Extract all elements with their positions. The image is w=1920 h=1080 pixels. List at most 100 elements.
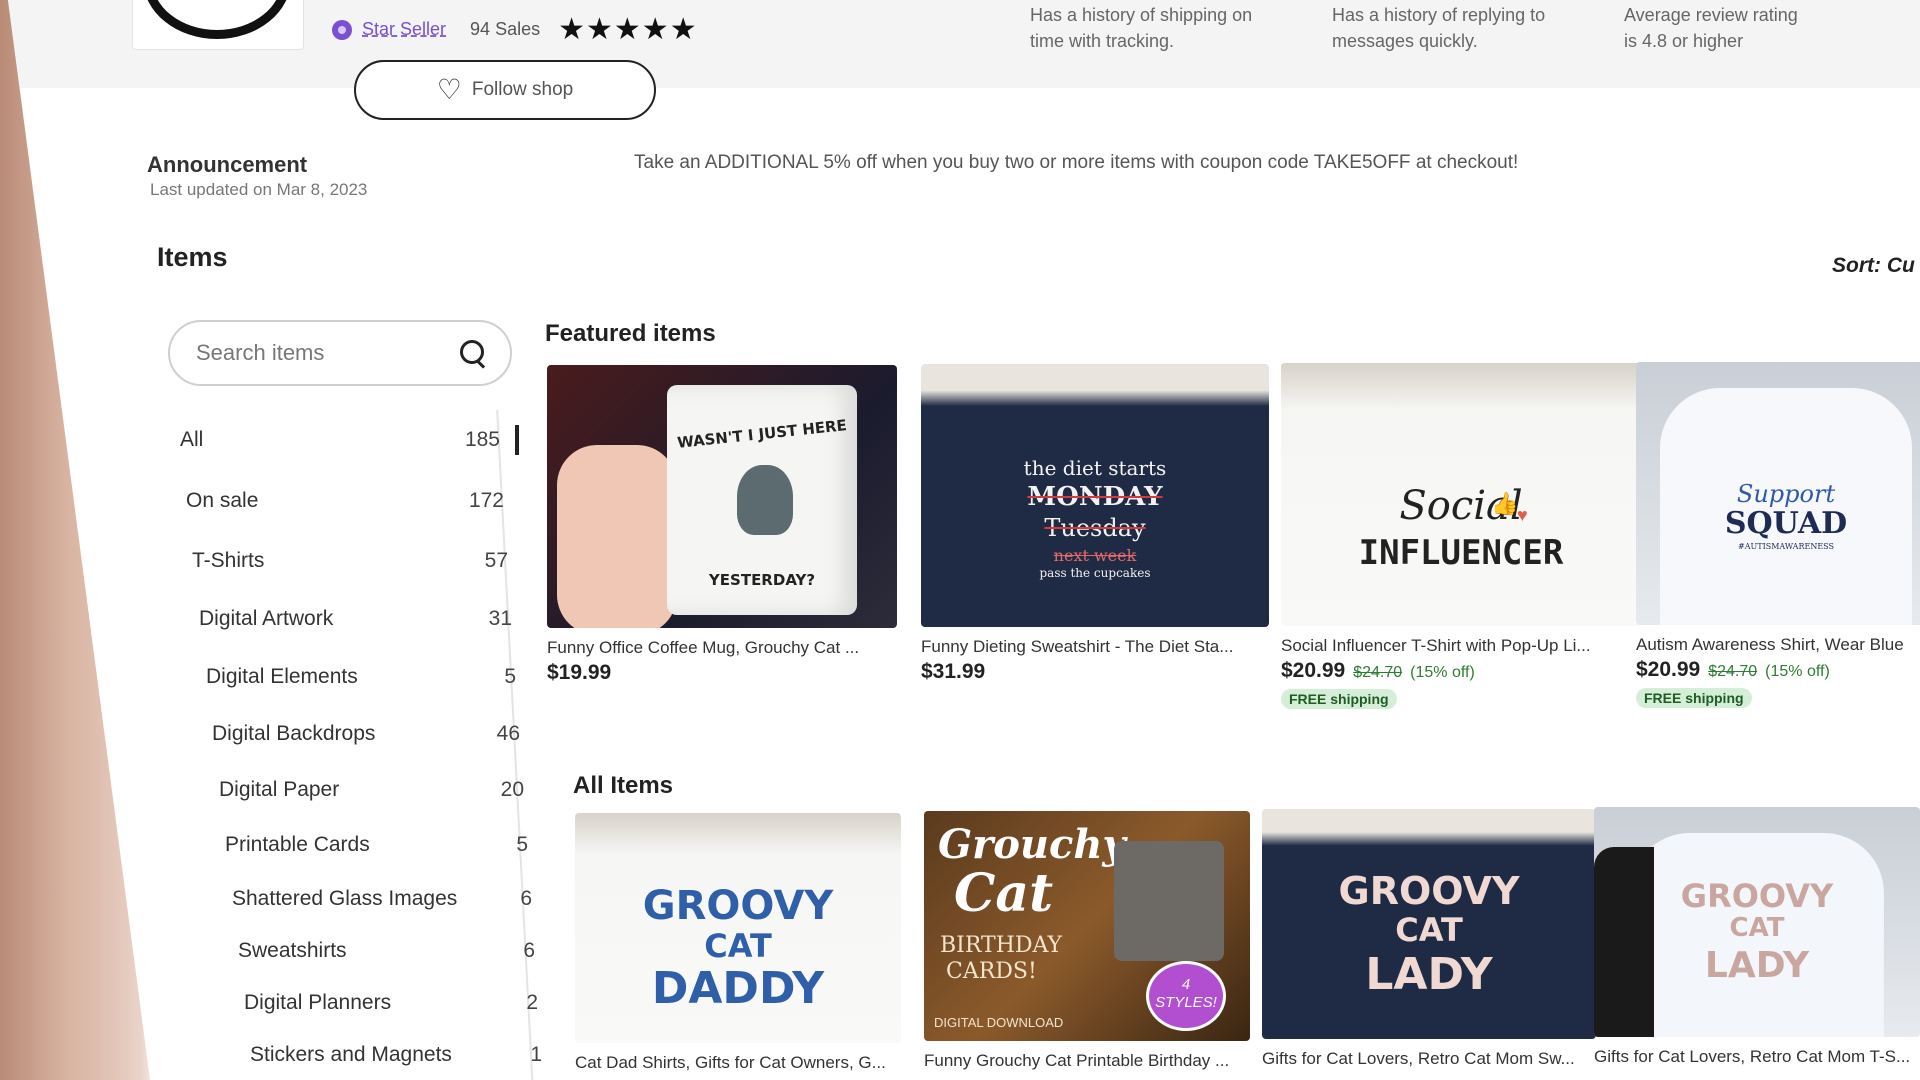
product-image[interactable]: Social INFLUENCER 👍 ♥ bbox=[1281, 363, 1641, 626]
category-count: 57 bbox=[484, 549, 508, 572]
shirt-art-text: GROOVY bbox=[642, 883, 834, 929]
category-printable-cards[interactable]: Printable Cards 5 bbox=[225, 830, 528, 860]
search-input[interactable] bbox=[196, 340, 436, 366]
category-on-sale[interactable]: On sale 172 bbox=[186, 486, 504, 516]
category-count: 5 bbox=[516, 833, 528, 856]
product-image[interactable]: Support SQUAD #AUTISMAWARENESS bbox=[1636, 362, 1920, 625]
category-label: Digital Elements bbox=[206, 665, 358, 688]
rating-stars-icon: ★★★★★ bbox=[558, 13, 698, 46]
perk-rating: Average review rating is 4.8 or higher bbox=[1624, 2, 1798, 54]
discount-text: (15% off) bbox=[1765, 663, 1830, 680]
search-items-box bbox=[168, 320, 512, 386]
category-label: Stickers and Magnets bbox=[250, 1043, 452, 1066]
follow-shop-label: Follow shop bbox=[471, 79, 574, 100]
product-title[interactable]: Funny Office Coffee Mug, Grouchy Cat ... bbox=[547, 638, 897, 658]
active-category-indicator bbox=[515, 425, 519, 455]
shirt-art-text: Support bbox=[1736, 480, 1836, 508]
perk-shipping: Has a history of shipping on time with t… bbox=[1030, 2, 1252, 54]
shop-logo[interactable] bbox=[132, 0, 304, 50]
featured-card-mug[interactable]: WASN'T I JUST HERE YESTERDAY? Funny Offi… bbox=[547, 365, 897, 685]
item-card-groovy-cat-lady-sweatshirt[interactable]: GROOVY CAT LADY Gifts for Cat Lovers, Re… bbox=[1262, 809, 1596, 1069]
category-digital-paper[interactable]: Digital Paper 20 bbox=[219, 775, 524, 805]
perk-shipping-line1: Has a history of shipping on bbox=[1030, 5, 1253, 25]
shirt-art-text: next week bbox=[1053, 546, 1137, 565]
shirt-art-text: DADDY bbox=[651, 963, 825, 1014]
search-icon[interactable] bbox=[458, 338, 488, 368]
perk-replying-line1: Has a history of replying to bbox=[1332, 5, 1546, 25]
product-title[interactable]: Autism Awareness Shirt, Wear Blue bbox=[1636, 635, 1920, 655]
category-stickers-and-magnets[interactable]: Stickers and Magnets 1 bbox=[250, 1040, 542, 1070]
heart-bubble-icon: ♥ bbox=[1517, 505, 1528, 525]
cat-photo bbox=[1114, 841, 1224, 961]
product-price: $20.99 bbox=[1636, 658, 1701, 681]
shirt-art-text: the diet starts bbox=[1023, 456, 1167, 480]
item-card-grouchy-cat-cards[interactable]: Grouchy Cat BIRTHDAY CARDS! DIGITAL DOWN… bbox=[924, 811, 1250, 1071]
category-label: Printable Cards bbox=[225, 833, 370, 856]
featured-card-autism-awareness[interactable]: Support SQUAD #AUTISMAWARENESS Autism Aw… bbox=[1636, 362, 1920, 708]
product-title[interactable]: Social Influencer T-Shirt with Pop-Up Li… bbox=[1281, 636, 1641, 656]
perk-replying: Has a history of replying to messages qu… bbox=[1332, 2, 1545, 54]
shirt-art-text: CAT bbox=[1395, 911, 1463, 949]
product-price-row: $20.99 $24.70 (15% off) bbox=[1636, 658, 1920, 682]
product-image[interactable]: the diet starts MONDAY Tuesday next week… bbox=[921, 364, 1269, 627]
styles-label: STYLES! bbox=[1155, 994, 1217, 1011]
product-price-row: $31.99 bbox=[921, 660, 1269, 684]
original-price: $24.70 bbox=[1353, 664, 1403, 681]
category-label: On sale bbox=[186, 489, 259, 512]
category-digital-planners[interactable]: Digital Planners 2 bbox=[244, 988, 538, 1018]
shirt-art-text: INFLUENCER bbox=[1358, 533, 1564, 573]
shirt-art-text: LADY bbox=[1704, 945, 1810, 986]
mug-shape: WASN'T I JUST HERE YESTERDAY? bbox=[667, 385, 857, 615]
item-card-groovy-cat-daddy[interactable]: GROOVY CAT DADDY Cat Dad Shirts, Gifts f… bbox=[575, 813, 901, 1073]
hand-shape bbox=[557, 445, 677, 628]
category-count: 31 bbox=[488, 607, 512, 630]
card-art-text: Cat bbox=[954, 863, 1054, 924]
product-image[interactable]: Grouchy Cat BIRTHDAY CARDS! DIGITAL DOWN… bbox=[924, 811, 1250, 1041]
shirt-art-text: CAT bbox=[704, 927, 772, 965]
product-title[interactable]: Funny Dieting Sweatshirt - The Diet Sta.… bbox=[921, 637, 1269, 657]
product-title[interactable]: Gifts for Cat Lovers, Retro Cat Mom T-S.… bbox=[1594, 1047, 1920, 1067]
category-label: Digital Backdrops bbox=[212, 722, 376, 745]
product-title[interactable]: Funny Grouchy Cat Printable Birthday ... bbox=[924, 1051, 1250, 1071]
category-t-shirts[interactable]: T-Shirts 57 bbox=[192, 546, 508, 576]
category-label: Sweatshirts bbox=[238, 939, 347, 962]
product-price: $19.99 bbox=[547, 661, 612, 684]
product-title[interactable]: Gifts for Cat Lovers, Retro Cat Mom Sw..… bbox=[1262, 1049, 1596, 1069]
product-image[interactable]: GROOVY CAT DADDY bbox=[575, 813, 901, 1043]
product-image[interactable]: GROOVY CAT LADY bbox=[1594, 807, 1920, 1037]
product-price: $20.99 bbox=[1281, 659, 1346, 682]
featured-card-sweatshirt[interactable]: the diet starts MONDAY Tuesday next week… bbox=[921, 364, 1269, 684]
items-heading: Items bbox=[157, 242, 228, 272]
category-count: 20 bbox=[500, 778, 524, 801]
shirt-art-text: GROOVY bbox=[1338, 869, 1520, 913]
item-card-groovy-cat-lady-tshirt[interactable]: GROOVY CAT LADY Gifts for Cat Lovers, Re… bbox=[1594, 807, 1920, 1067]
category-count: 1 bbox=[530, 1043, 542, 1066]
category-sweatshirts[interactable]: Sweatshirts 6 bbox=[238, 936, 535, 966]
category-count: 5 bbox=[504, 665, 516, 688]
category-count: 2 bbox=[526, 991, 538, 1014]
shirt-art-text: pass the cupcakes bbox=[1039, 566, 1151, 580]
category-count: 46 bbox=[496, 722, 520, 745]
shirt-art-text: SQUAD bbox=[1724, 506, 1848, 541]
follow-shop-button[interactable]: ♡ Follow shop bbox=[354, 60, 656, 120]
perk-rating-line2: is 4.8 or higher bbox=[1624, 31, 1744, 51]
sort-dropdown[interactable]: Sort: Cu bbox=[1832, 254, 1915, 278]
category-digital-artwork[interactable]: Digital Artwork 31 bbox=[199, 604, 512, 634]
seller-row: Star Seller 94 Sales ★★★★★ bbox=[332, 12, 698, 47]
category-digital-backdrops[interactable]: Digital Backdrops 46 bbox=[212, 719, 520, 749]
announcement-text: Take an ADDITIONAL 5% off when you buy t… bbox=[634, 152, 1519, 173]
product-title[interactable]: Cat Dad Shirts, Gifts for Cat Owners, G.… bbox=[575, 1053, 901, 1073]
featured-card-social-influencer[interactable]: Social INFLUENCER 👍 ♥ Social Influencer … bbox=[1281, 363, 1641, 709]
category-all[interactable]: All 185 bbox=[180, 425, 500, 455]
star-seller-link[interactable]: Star Seller bbox=[362, 19, 446, 40]
product-price-row: $19.99 bbox=[547, 661, 897, 685]
mug-art-text: YESTERDAY? bbox=[708, 571, 816, 589]
product-image[interactable]: GROOVY CAT LADY bbox=[1262, 809, 1596, 1039]
announcement-date: Last updated on Mar 8, 2023 bbox=[150, 180, 368, 199]
product-image[interactable]: WASN'T I JUST HERE YESTERDAY? bbox=[547, 365, 897, 628]
category-count: 6 bbox=[520, 887, 532, 910]
category-shattered-glass-images[interactable]: Shattered Glass Images 6 bbox=[232, 884, 532, 914]
discount-text: (15% off) bbox=[1410, 664, 1475, 681]
category-digital-elements[interactable]: Digital Elements 5 bbox=[206, 662, 516, 692]
card-art-text: BIRTHDAY bbox=[940, 933, 1063, 958]
